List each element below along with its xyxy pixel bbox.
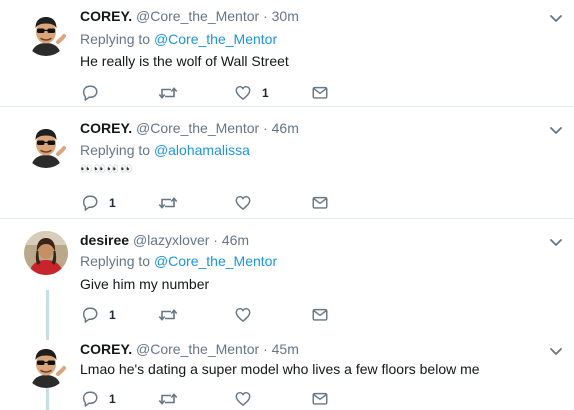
tweet-header: COREY. @Core_the_Mentor · 45m (80, 341, 299, 357)
like-button[interactable]: 1 (233, 84, 269, 102)
display-name[interactable]: COREY. (80, 120, 132, 136)
tweet-header: COREY. @Core_the_Mentor · 30m (80, 8, 299, 24)
separator-dot: · (263, 8, 268, 24)
retweet-button[interactable] (158, 306, 178, 324)
replying-to-link[interactable]: @Core_the_Mentor (154, 31, 277, 47)
tweet-header: COREY. @Core_the_Mentor · 46m (80, 120, 299, 136)
reply-count: 1 (109, 392, 116, 406)
user-handle[interactable]: @lazyxlover (133, 232, 209, 248)
like-button[interactable] (233, 194, 262, 212)
separator-dot: · (263, 120, 268, 136)
retweet-icon (158, 309, 178, 321)
tweet-thread: COREY. @Core_the_Mentor · 30m Replying t… (0, 0, 574, 410)
replying-to-link[interactable]: @alohamalissa (154, 142, 250, 158)
retweet-icon (158, 197, 178, 209)
tweet-actions: 1 (80, 306, 340, 326)
separator-dot: · (213, 232, 218, 248)
chevron-down-icon[interactable] (548, 10, 564, 26)
chevron-down-icon[interactable] (548, 234, 564, 250)
envelope-icon (312, 196, 328, 209)
tweet-header: desiree @lazyxlover · 46m (80, 232, 249, 248)
reply-button[interactable]: 1 (80, 194, 116, 212)
chevron-down-icon[interactable] (548, 343, 564, 359)
direct-message-button[interactable] (310, 194, 330, 212)
tweet-text: 👀👀👀👀 (80, 164, 134, 175)
reply-icon (82, 307, 98, 323)
avatar[interactable] (24, 12, 68, 56)
display-name[interactable]: COREY. (80, 341, 132, 357)
tweet-text: Lmao he's dating a super model who lives… (80, 361, 480, 377)
avatar[interactable] (24, 344, 68, 388)
reply-count: 1 (109, 308, 116, 322)
tweet[interactable]: COREY. @Core_the_Mentor · 45m Lmao he's … (0, 337, 574, 410)
replying-to: Replying to @Core_the_Mentor (80, 253, 277, 269)
retweet-button[interactable] (158, 84, 178, 102)
user-handle[interactable]: @Core_the_Mentor (136, 120, 259, 136)
tweet-text: He really is the wolf of Wall Street (80, 53, 289, 69)
reply-button[interactable] (80, 84, 109, 102)
retweet-icon (158, 393, 178, 405)
replying-to: Replying to @alohamalissa (80, 142, 250, 158)
display-name[interactable]: COREY. (80, 8, 132, 24)
replying-to-prefix: Replying to (80, 253, 154, 269)
retweet-button[interactable] (158, 194, 178, 212)
timestamp[interactable]: 45m (272, 341, 299, 357)
tweet-text: Give him my number (80, 276, 210, 292)
direct-message-button[interactable] (310, 306, 330, 324)
display-name[interactable]: desiree (80, 232, 129, 248)
tweet[interactable]: COREY. @Core_the_Mentor · 46m Replying t… (0, 107, 574, 219)
retweet-button[interactable] (158, 390, 178, 408)
direct-message-button[interactable] (310, 390, 330, 408)
chevron-down-icon[interactable] (548, 122, 564, 138)
reply-button[interactable]: 1 (80, 390, 116, 408)
user-handle[interactable]: @Core_the_Mentor (136, 8, 259, 24)
envelope-icon (312, 308, 328, 321)
reply-count: 1 (109, 196, 116, 210)
tweet-actions: 1 (80, 84, 340, 104)
avatar[interactable] (24, 124, 68, 168)
heart-icon (235, 85, 251, 100)
heart-icon (235, 195, 251, 210)
reply-button[interactable]: 1 (80, 306, 116, 324)
replying-to: Replying to @Core_the_Mentor (80, 31, 277, 47)
envelope-icon (312, 86, 328, 99)
retweet-icon (158, 87, 178, 99)
direct-message-button[interactable] (310, 84, 330, 102)
envelope-icon (312, 392, 328, 405)
tweet-actions: 1 (80, 194, 340, 214)
tweet-actions: 1 (80, 390, 340, 410)
like-button[interactable] (233, 306, 262, 324)
timestamp[interactable]: 46m (222, 232, 249, 248)
tweet[interactable]: desiree @lazyxlover · 46m Replying to @C… (0, 219, 574, 337)
like-button[interactable] (233, 390, 262, 408)
heart-icon (235, 307, 251, 322)
replying-to-prefix: Replying to (80, 142, 154, 158)
replying-to-prefix: Replying to (80, 31, 154, 47)
separator-dot: · (263, 341, 268, 357)
heart-icon (235, 391, 251, 406)
timestamp[interactable]: 30m (272, 8, 299, 24)
tweet[interactable]: COREY. @Core_the_Mentor · 30m Replying t… (0, 0, 574, 107)
timestamp[interactable]: 46m (272, 120, 299, 136)
reply-icon (82, 195, 98, 211)
replying-to-link[interactable]: @Core_the_Mentor (154, 253, 277, 269)
reply-icon (82, 85, 98, 101)
avatar[interactable] (24, 231, 68, 275)
user-handle[interactable]: @Core_the_Mentor (136, 341, 259, 357)
reply-icon (82, 391, 98, 407)
like-count: 1 (262, 86, 269, 100)
